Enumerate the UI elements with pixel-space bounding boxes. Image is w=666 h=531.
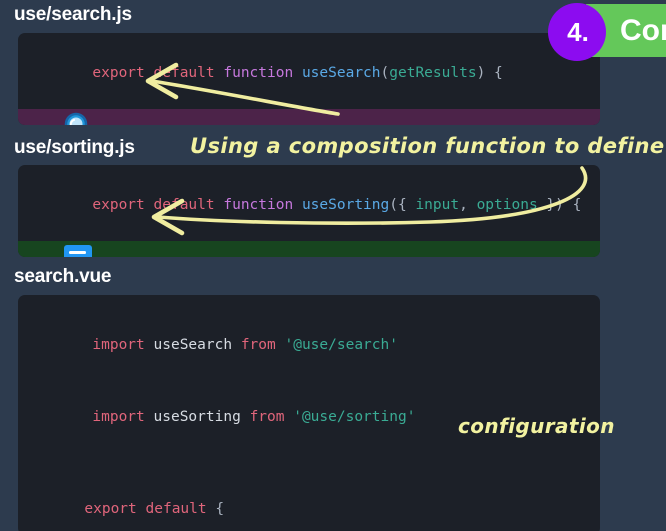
step-number-badge: 4. — [548, 3, 606, 61]
token: export — [84, 501, 137, 517]
code-card-search-vue: import useSearch from '@use/search' impo… — [18, 295, 600, 531]
slide-canvas: use/search.js export default function us… — [0, 0, 666, 531]
token: import — [92, 409, 145, 425]
file-title-label: use/sorting.js — [14, 137, 135, 158]
token: import — [92, 337, 145, 353]
token: default — [145, 501, 207, 517]
file-title-label: search.vue — [14, 266, 112, 287]
token: useSorting — [153, 409, 241, 425]
composition-function-note: Using a composition function to define l… — [190, 134, 666, 158]
token: '@use/sorting' — [293, 409, 416, 425]
file-title-sorting-js: use/sorting.js — [14, 137, 135, 159]
file-title-search-js: use/search.js — [14, 4, 132, 26]
token: ( — [380, 65, 390, 81]
file-title-search-vue: search.vue — [14, 266, 111, 288]
configuration-note: configuration — [458, 414, 615, 438]
sorted-document-icon — [62, 244, 94, 257]
search-magnifier-icon — [62, 111, 96, 125]
token: { — [206, 501, 225, 517]
pointer-arrow-sorting — [151, 166, 588, 236]
token: ) { — [476, 65, 503, 81]
step-number-label: 4. — [567, 17, 589, 47]
highlighted-body-row-sorting — [18, 241, 600, 257]
token: from — [240, 337, 276, 353]
token: useSearch — [153, 337, 233, 353]
code-line: export default { — [18, 473, 600, 531]
token: getResults — [389, 65, 477, 81]
file-title-label: use/search.js — [14, 4, 132, 25]
code-line: import useSearch from '@use/search' — [18, 309, 600, 381]
token: from — [249, 409, 285, 425]
pointer-arrow-search — [145, 62, 340, 116]
token: '@use/search' — [284, 337, 398, 353]
step-title-label: Composition API — [620, 13, 666, 47]
